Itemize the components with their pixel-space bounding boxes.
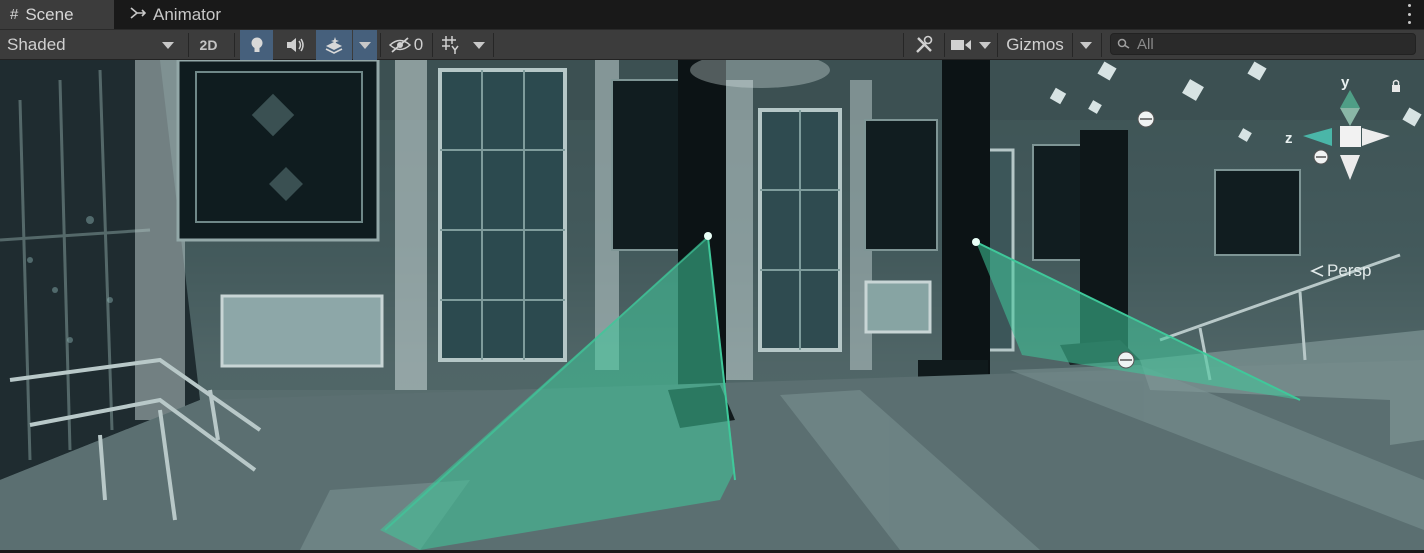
toolbar-divider — [188, 33, 189, 57]
speaker-icon — [286, 38, 304, 52]
chevron-down-icon — [359, 41, 371, 49]
scene-effects-dropdown[interactable] — [353, 30, 377, 60]
animator-icon — [130, 6, 147, 24]
more-options-icon[interactable] — [1404, 4, 1414, 24]
grid-snapping-dropdown[interactable] — [467, 30, 491, 60]
scene-render: y z — [0, 60, 1424, 550]
toolbar-divider — [234, 33, 235, 57]
camera-settings-dropdown[interactable] — [974, 30, 996, 60]
hidden-object-count: 0 — [413, 35, 424, 54]
projection-toggle[interactable]: Persp — [1310, 261, 1371, 281]
axis-z-label: z — [1285, 130, 1293, 147]
gizmos-button[interactable]: Gizmos — [999, 30, 1071, 60]
draw-mode-label: Shaded — [7, 35, 66, 54]
scene-effects-toggle[interactable] — [316, 30, 352, 60]
toolbar-divider — [944, 33, 945, 57]
chevron-down-icon — [162, 41, 174, 49]
camera-settings-button[interactable] — [948, 30, 974, 60]
chevron-down-icon — [473, 41, 485, 49]
scene-visibility-toggle[interactable]: 0 — [384, 30, 428, 60]
grid-snapping-toggle[interactable] — [436, 30, 466, 60]
scene-search-field[interactable] — [1110, 33, 1416, 55]
toolbar-divider — [997, 33, 998, 57]
grid-snap-icon — [442, 36, 459, 54]
window-tab-bar: # Scene Animator — [0, 0, 1424, 29]
scene-audio-toggle[interactable] — [278, 30, 311, 60]
2d-mode-toggle[interactable]: 2D — [191, 30, 226, 60]
2d-mode-label: 2D — [199, 37, 218, 53]
tab-animator-label: Animator — [153, 4, 222, 24]
tab-animator[interactable]: Animator — [126, 0, 266, 29]
hidden-eye-icon — [388, 37, 411, 53]
tools-icon — [916, 35, 933, 53]
light-probe-icon[interactable] — [1137, 110, 1155, 128]
toolbar-divider — [432, 33, 433, 57]
toolbar-divider — [493, 33, 494, 57]
scene-lighting-toggle[interactable] — [240, 30, 273, 60]
toolbar-divider — [1101, 33, 1102, 57]
gizmos-dropdown[interactable] — [1074, 30, 1098, 60]
video-camera-icon — [951, 40, 971, 50]
axis-y-label: y — [1341, 74, 1350, 91]
perspective-icon — [1310, 265, 1324, 277]
search-icon — [1117, 38, 1130, 49]
tab-scene[interactable]: # Scene — [0, 0, 114, 29]
chevron-down-icon — [1080, 41, 1092, 49]
draw-mode-dropdown[interactable]: Shaded — [0, 30, 186, 60]
tab-scene-label: Scene — [25, 4, 74, 24]
editor-tools-toggle[interactable] — [907, 30, 941, 60]
search-input[interactable] — [1137, 35, 1407, 53]
lightbulb-icon — [251, 37, 262, 52]
projection-label: Persp — [1327, 261, 1372, 280]
toolbar-divider — [380, 33, 381, 57]
effects-layers-icon — [325, 37, 343, 54]
light-probe-icon[interactable] — [1117, 351, 1135, 369]
grid-icon: # — [10, 6, 19, 23]
toolbar-divider — [903, 33, 904, 57]
chevron-down-icon — [979, 41, 991, 49]
light-probe-icon[interactable] — [1313, 149, 1329, 165]
gizmos-label: Gizmos — [1006, 35, 1064, 54]
scene-viewport[interactable]: y z Persp — [0, 60, 1424, 550]
toolbar-divider — [1072, 33, 1073, 57]
